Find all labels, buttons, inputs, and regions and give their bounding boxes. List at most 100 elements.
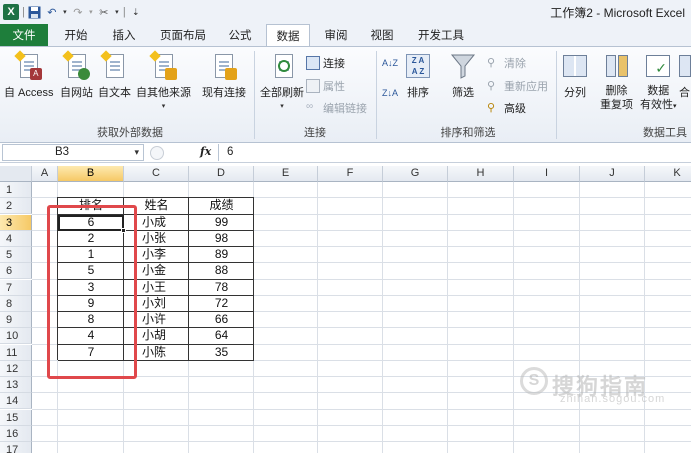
tab-insert[interactable]: 插入 [104,24,144,46]
row-header-1[interactable]: 1 [0,182,32,198]
title-bar: X | ↶ ▾ ↷ ▾ ✂ ▾ | ⇣ 工作簿2 - Microsoft Exc… [0,0,691,24]
sort-z-to-a-button[interactable]: Z↓A [382,89,398,98]
data-validation-dropdown-icon: ▾ [673,103,677,110]
column-header-k[interactable]: K [645,166,691,182]
reapply-icon: ⚲ [487,80,496,92]
group-separator [556,51,557,139]
redo-dropdown-icon[interactable]: ▾ [88,5,94,19]
tab-review[interactable]: 审阅 [316,24,356,46]
formula-bar-expand-icon[interactable] [150,146,164,160]
existing-connections-icon [211,52,237,80]
row-header-8[interactable]: 8 [0,295,32,312]
edit-links-button[interactable]: ∞ 编辑链接 [306,100,367,116]
column-header-h[interactable]: H [448,166,514,182]
table-cell[interactable]: 99 [189,215,254,231]
insert-function-icon[interactable]: fx [200,145,211,158]
tab-view[interactable]: 视图 [362,24,402,46]
row-header-13[interactable]: 13 [0,377,32,393]
row-header-9[interactable]: 9 [0,312,32,328]
data-validation-button[interactable]: ✓ 数据 有效性▾ [640,52,677,114]
existing-connections-button[interactable]: 现有连接 [202,52,246,100]
excel-logo-icon[interactable]: X [3,4,19,20]
properties-button[interactable]: 属性 [306,78,345,94]
name-box-dropdown-icon[interactable]: ▾ [134,145,139,160]
name-box[interactable]: B3 ▾ [2,144,144,161]
row-header-12[interactable]: 12 [0,360,32,377]
select-all-corner[interactable] [0,166,32,182]
refresh-all-button[interactable]: 全部刷新 ▾ [260,52,304,110]
table-cell[interactable]: 78 [189,280,254,296]
qa-separator: | [22,6,25,18]
gridline-column [644,182,645,453]
from-text-button[interactable]: 自文本 [98,50,131,100]
text-to-columns-button[interactable]: 分列 [562,52,588,100]
table-cell[interactable]: 66 [189,312,254,328]
text-to-columns-icon [562,52,588,80]
row-header-11[interactable]: 11 [0,344,32,361]
from-access-button[interactable]: A 自 Access [4,50,54,100]
tab-file[interactable]: 文件 [0,24,48,46]
column-header-a[interactable]: A [32,166,58,182]
undo-icon[interactable]: ↶ [45,5,59,19]
tab-data[interactable]: 数据 [266,24,310,47]
remove-duplicates-button[interactable]: 删除 重复项 [600,52,633,112]
row-header-3[interactable]: 3 [0,214,32,231]
reapply-button[interactable]: ⚲ 重新应用 [487,78,548,94]
column-header-c[interactable]: C [124,166,189,182]
column-header-i[interactable]: I [514,166,580,182]
column-header-e[interactable]: E [254,166,318,182]
row-header-4[interactable]: 4 [0,230,32,247]
column-header-f[interactable]: F [318,166,383,182]
from-other-sources-button[interactable]: 自其他来源 ▾ [136,50,191,110]
column-header-g[interactable]: G [383,166,448,182]
connections-button[interactable]: 连接 [306,55,345,71]
table-cell[interactable]: 98 [189,231,254,247]
consolidate-button[interactable]: 合 [678,52,691,100]
from-other-sources-dropdown-icon: ▾ [161,103,166,110]
consolidate-icon [678,52,691,80]
column-header-d[interactable]: D [189,166,254,182]
sort-icon: Z AA Z [405,52,431,80]
sort-a-to-z-button[interactable]: A↓Z [382,59,398,68]
table-cell[interactable]: 89 [189,247,254,263]
from-web-button[interactable]: 自网站 [60,50,93,100]
column-header-b[interactable]: B [58,166,124,182]
customize-tool-icon[interactable]: ✂ [97,5,111,19]
table-cell[interactable]: 64 [189,328,254,344]
tab-home[interactable]: 开始 [56,24,96,46]
properties-icon [306,79,320,93]
row-header-14[interactable]: 14 [0,393,32,410]
ribbon: A 自 Access 自网站 自文本 自其他来源 ▾ 现有连接 获取外部数据 全… [0,46,691,143]
filter-button[interactable]: 筛选 [450,52,476,100]
tab-formulas[interactable]: 公式 [220,24,260,46]
gridline-row [32,408,691,410]
row-header-16[interactable]: 16 [0,425,32,442]
row-header-6[interactable]: 6 [0,263,32,280]
advanced-filter-button[interactable]: ⚲ 高级 [487,100,526,116]
row-header-7[interactable]: 7 [0,279,32,296]
row-header-5[interactable]: 5 [0,247,32,263]
row-header-17[interactable]: 17 [0,442,32,453]
gridline-row [32,441,691,442]
table-cell[interactable]: 88 [189,263,254,279]
undo-dropdown-icon[interactable]: ▾ [62,5,68,19]
redo-icon[interactable]: ↷ [71,5,85,19]
table-cell[interactable]: 72 [189,296,254,312]
watermark-url: zhinan.sogou.com [560,393,666,405]
row-header-10[interactable]: 10 [0,328,32,345]
table-header-cell[interactable]: 成绩 [189,198,254,214]
advanced-filter-icon: ⚲ [487,102,496,114]
row-header-2[interactable]: 2 [0,198,32,215]
table-cell[interactable]: 35 [189,345,254,361]
customize-dropdown-icon[interactable]: ▾ [114,5,120,19]
clear-filter-button[interactable]: ⚲ 清除 [487,55,526,71]
column-header-j[interactable]: J [580,166,645,182]
gridline-column [513,182,514,453]
save-icon[interactable] [28,5,42,19]
tab-page-layout[interactable]: 页面布局 [150,24,216,46]
sort-button[interactable]: Z AA Z 排序 [405,52,431,100]
tab-developer[interactable]: 开发工具 [408,24,474,46]
toolbar-dropdown-icon[interactable]: ⇣ [129,5,143,19]
formula-input[interactable]: 6 [218,144,691,161]
row-header-15[interactable]: 15 [0,409,32,426]
